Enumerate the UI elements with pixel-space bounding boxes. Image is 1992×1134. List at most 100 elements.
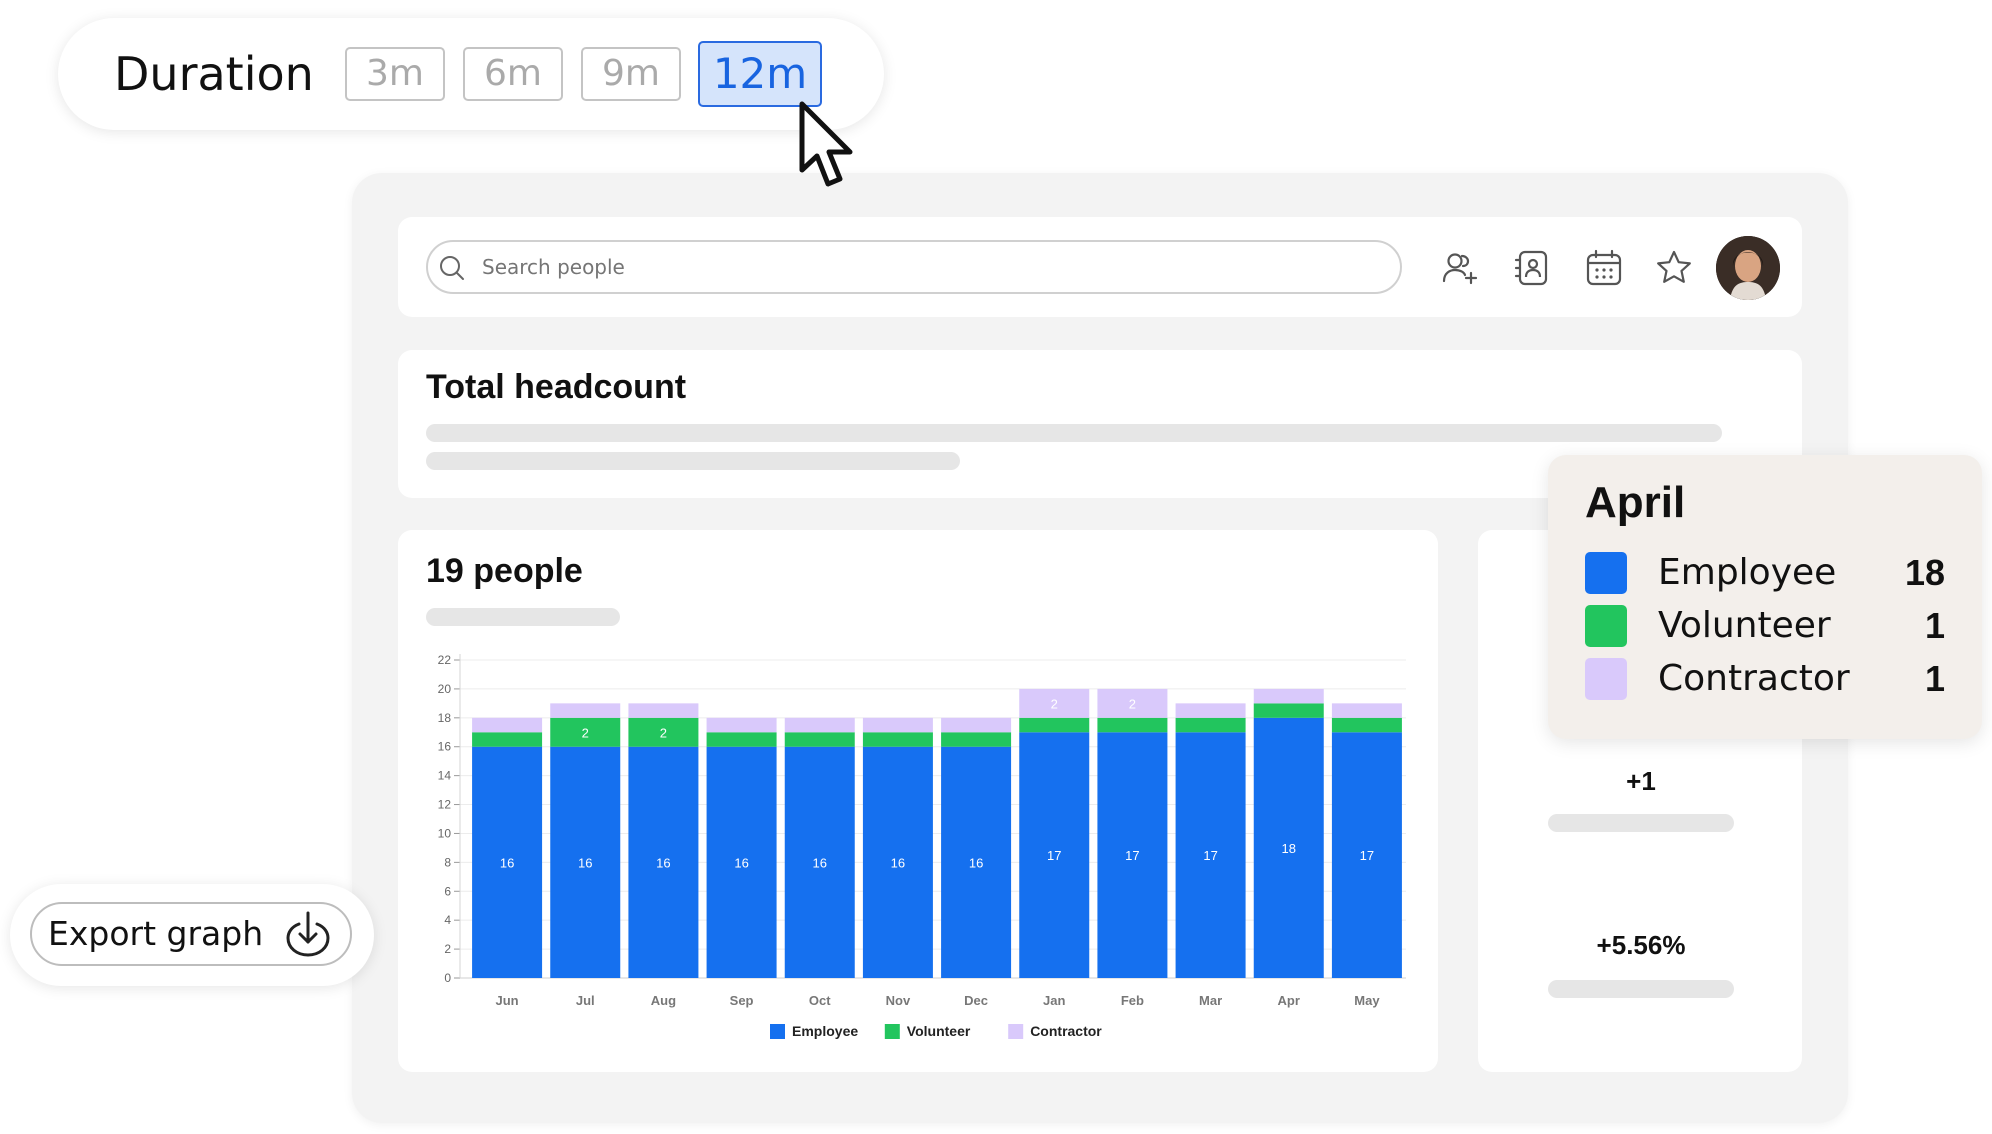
bar-data-label: 16 — [891, 855, 905, 870]
add-person-icon[interactable] — [1440, 248, 1480, 288]
tooltip-row-volunteer: Volunteer 1 — [1585, 605, 1945, 647]
x-tick-label: Oct — [809, 993, 831, 1008]
bar-volunteer — [1097, 717, 1168, 733]
x-tick-label: Jul — [576, 993, 595, 1008]
employee-swatch — [1585, 552, 1627, 594]
bar-contractor — [628, 703, 699, 718]
duration-12m-button[interactable]: 12m — [698, 41, 822, 107]
x-tick-label: Aug — [651, 993, 676, 1008]
contact-card-icon[interactable] — [1512, 248, 1552, 288]
x-tick-label: Jan — [1043, 993, 1065, 1008]
skeleton-line — [1548, 814, 1734, 832]
bar-contractor — [550, 703, 621, 718]
avatar[interactable] — [1716, 236, 1780, 300]
x-tick-label: Sep — [730, 993, 754, 1008]
bar-volunteer — [1019, 717, 1090, 733]
bar-contractor — [472, 717, 543, 733]
x-tick-label: Nov — [886, 993, 911, 1008]
bar-contractor — [784, 717, 855, 733]
legend-label-contractor: Contractor — [1030, 1023, 1102, 1039]
legend-swatch-contractor — [1008, 1024, 1024, 1039]
x-tick-label: Mar — [1199, 993, 1222, 1008]
legend-swatch-employee — [770, 1024, 785, 1039]
x-tick-label: Apr — [1278, 993, 1300, 1008]
x-tick-label: May — [1354, 993, 1380, 1008]
bar-contractor — [1331, 703, 1402, 718]
bar-data-label: 17 — [1047, 848, 1061, 863]
y-tick-label: 22 — [438, 653, 452, 667]
bar-volunteer — [941, 732, 1012, 747]
bar-data-label: 16 — [813, 855, 827, 870]
volunteer-swatch — [1585, 605, 1627, 647]
bar-contractor — [1253, 688, 1324, 704]
contractor-swatch — [1585, 658, 1627, 700]
star-icon[interactable] — [1654, 248, 1694, 288]
skeleton-line — [426, 424, 1722, 442]
bar-volunteer — [1175, 717, 1246, 733]
y-tick-label: 6 — [444, 884, 451, 898]
y-tick-label: 18 — [438, 711, 452, 725]
bar-volunteer — [472, 732, 543, 747]
search-input[interactable] — [426, 240, 1402, 294]
duration-3m-button[interactable]: 3m — [345, 47, 445, 101]
bar-volunteer — [706, 732, 777, 747]
bar-contractor — [1175, 703, 1246, 718]
bar-data-label: 17 — [1360, 848, 1374, 863]
export-graph-label: Export graph — [48, 914, 264, 953]
bar-volunteer — [862, 732, 933, 747]
tooltip-value: 1 — [1924, 658, 1945, 699]
search-icon — [440, 256, 464, 280]
mouse-cursor-icon — [799, 101, 853, 187]
x-tick-label: Jun — [496, 993, 519, 1008]
bar-data-label: 16 — [656, 855, 670, 870]
y-tick-label: 16 — [438, 740, 452, 754]
skeleton-line — [426, 452, 960, 470]
tooltip-row-contractor: Contractor 1 — [1585, 658, 1945, 700]
bar-data-label: 2 — [660, 725, 667, 740]
duration-6m-button[interactable]: 6m — [463, 47, 563, 101]
bar-data-label: 2 — [1051, 696, 1058, 711]
y-tick-label: 10 — [438, 826, 452, 840]
headcount-title: Total headcount — [426, 368, 687, 406]
tooltip-value: 18 — [1904, 552, 1945, 593]
stacked-bar-chart: 024681012141618202216Jun162Jul162Aug16Se… — [438, 653, 1406, 1039]
bar-data-label: 16 — [578, 855, 592, 870]
bar-data-label: 16 — [734, 855, 748, 870]
headcount-percent-change: +5.56% — [1596, 930, 1686, 960]
duration-label: Duration — [114, 47, 314, 101]
y-tick-label: 2 — [444, 942, 451, 956]
y-tick-label: 14 — [438, 769, 452, 783]
bar-data-label: 17 — [1203, 848, 1217, 863]
download-icon[interactable] — [284, 910, 332, 958]
tooltip-label: Contractor — [1658, 658, 1850, 699]
bar-data-label: 18 — [1282, 841, 1296, 856]
bar-data-label: 2 — [1129, 696, 1136, 711]
duration-9m-button[interactable]: 9m — [581, 47, 681, 101]
calendar-icon[interactable] — [1584, 248, 1624, 288]
y-tick-label: 0 — [444, 971, 451, 985]
bar-volunteer — [784, 732, 855, 747]
bar-contractor — [862, 717, 933, 733]
tooltip-value: 1 — [1924, 605, 1945, 646]
chart-title: 19 people — [426, 552, 583, 590]
legend-swatch-volunteer — [884, 1024, 900, 1039]
tooltip-label: Employee — [1658, 552, 1837, 593]
legend-label-employee: Employee — [792, 1023, 858, 1039]
bar-data-label: 2 — [582, 725, 589, 740]
legend-label-volunteer: Volunteer — [907, 1023, 971, 1039]
skeleton-line — [1548, 980, 1734, 998]
bar-data-label: 16 — [500, 855, 514, 870]
skeleton-line — [426, 608, 620, 626]
bar-data-label: 17 — [1125, 848, 1139, 863]
x-tick-label: Dec — [964, 993, 988, 1008]
y-tick-label: 8 — [444, 855, 451, 869]
tooltip-title: April — [1585, 478, 1686, 527]
bar-contractor — [706, 717, 777, 733]
bar-data-label: 16 — [969, 855, 983, 870]
bar-volunteer — [1331, 717, 1402, 733]
y-tick-label: 12 — [438, 798, 452, 812]
headcount-change: +1 — [1626, 766, 1656, 796]
x-tick-label: Feb — [1121, 993, 1144, 1008]
bar-contractor — [941, 717, 1012, 733]
y-tick-label: 20 — [438, 682, 452, 696]
